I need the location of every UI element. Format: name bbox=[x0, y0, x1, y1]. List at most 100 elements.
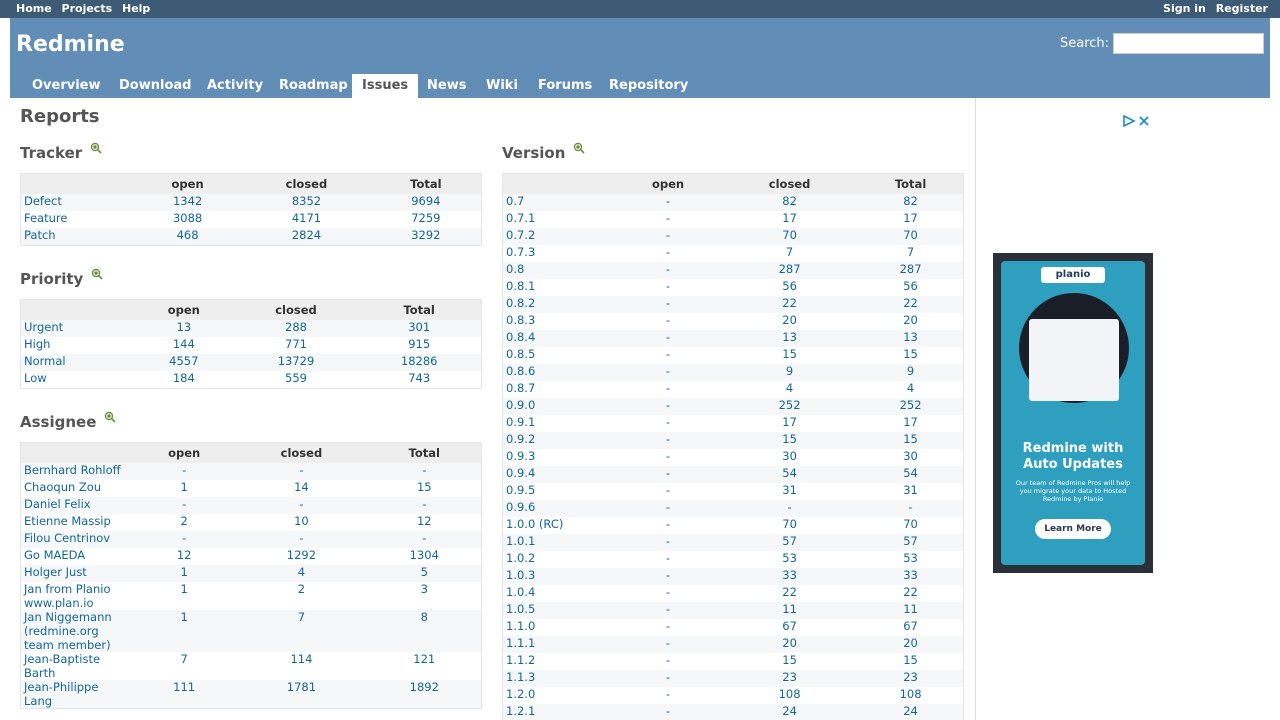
row-name-link[interactable]: 1.1.2 bbox=[502, 653, 615, 670]
cell-total[interactable]: 57 bbox=[858, 534, 964, 551]
cell-open[interactable]: 2 bbox=[133, 514, 236, 531]
sign-in-link[interactable]: Sign in bbox=[1163, 2, 1206, 15]
cell-closed[interactable]: 288 bbox=[234, 320, 358, 337]
project-title[interactable]: Redmine bbox=[16, 32, 125, 57]
cell-total[interactable]: 287 bbox=[858, 262, 964, 279]
row-name-link[interactable]: Holger Just bbox=[20, 565, 133, 582]
cell-open[interactable]: 1 bbox=[133, 582, 236, 610]
cell-closed[interactable]: 8352 bbox=[242, 194, 371, 211]
search-input[interactable] bbox=[1113, 33, 1264, 54]
cell-closed[interactable]: 10 bbox=[235, 514, 368, 531]
row-name-link[interactable]: 1.0.2 bbox=[502, 551, 615, 568]
cell-closed[interactable]: 4 bbox=[235, 565, 368, 582]
cell-total[interactable]: 82 bbox=[858, 194, 964, 211]
cell-closed[interactable]: 2824 bbox=[242, 228, 371, 246]
row-name-link[interactable]: 1.1.3 bbox=[502, 670, 615, 687]
row-name-link[interactable]: 0.8 bbox=[502, 262, 615, 279]
tab-download[interactable]: Download bbox=[109, 74, 201, 98]
home-link[interactable]: Home bbox=[16, 2, 52, 15]
cell-closed[interactable]: 14 bbox=[235, 480, 368, 497]
row-name-link[interactable]: Urgent bbox=[20, 320, 133, 337]
row-name-link[interactable]: 0.7 bbox=[502, 194, 615, 211]
learn-more-button[interactable]: Learn More bbox=[1035, 519, 1111, 539]
cell-total[interactable]: 20 bbox=[858, 636, 964, 653]
row-name-link[interactable]: Jean-Baptiste Barth bbox=[20, 652, 133, 680]
cell-total[interactable]: 56 bbox=[858, 279, 964, 296]
cell-total[interactable]: 915 bbox=[357, 337, 482, 354]
cell-total[interactable]: 17 bbox=[858, 211, 964, 228]
cell-total[interactable]: 18286 bbox=[357, 354, 482, 371]
row-name-link[interactable]: Normal bbox=[20, 354, 133, 371]
cell-closed[interactable]: 287 bbox=[721, 262, 859, 279]
cell-total[interactable]: 7 bbox=[858, 245, 964, 262]
row-name-link[interactable]: 0.9.1 bbox=[502, 415, 615, 432]
cell-total[interactable]: 70 bbox=[858, 517, 964, 534]
row-name-link[interactable]: 1.0.3 bbox=[502, 568, 615, 585]
row-name-link[interactable]: 0.9.0 bbox=[502, 398, 615, 415]
cell-open[interactable]: 3088 bbox=[133, 211, 243, 228]
cell-closed[interactable]: 17 bbox=[721, 211, 859, 228]
cell-closed[interactable]: 7 bbox=[235, 610, 368, 652]
cell-closed[interactable]: 771 bbox=[234, 337, 358, 354]
cell-closed[interactable]: 22 bbox=[721, 585, 859, 602]
cell-open[interactable]: 111 bbox=[133, 680, 236, 709]
cell-open[interactable]: 4557 bbox=[133, 354, 235, 371]
row-name-link[interactable]: 1.0.0 (RC) bbox=[502, 517, 615, 534]
cell-closed[interactable]: 20 bbox=[721, 636, 859, 653]
cell-open[interactable]: 1 bbox=[133, 610, 236, 652]
row-name-link[interactable]: 0.8.5 bbox=[502, 347, 615, 364]
row-name-link[interactable]: 0.7.2 bbox=[502, 228, 615, 245]
cell-total[interactable]: 252 bbox=[858, 398, 964, 415]
cell-closed[interactable]: 15 bbox=[721, 432, 859, 449]
cell-total[interactable]: 4 bbox=[858, 381, 964, 398]
row-name-link[interactable]: 1.0.5 bbox=[502, 602, 615, 619]
row-name-link[interactable]: 0.7.3 bbox=[502, 245, 615, 262]
cell-total[interactable]: 1304 bbox=[367, 548, 482, 565]
cell-total[interactable]: 15 bbox=[858, 432, 964, 449]
cell-closed[interactable]: 2 bbox=[235, 582, 368, 610]
tab-overview[interactable]: Overview bbox=[22, 74, 111, 98]
row-name-link[interactable]: 0.8.4 bbox=[502, 330, 615, 347]
row-name-link[interactable]: 0.7.1 bbox=[502, 211, 615, 228]
row-name-link[interactable]: Filou Centrinov bbox=[20, 531, 133, 548]
cell-total[interactable]: 13 bbox=[858, 330, 964, 347]
cell-closed[interactable]: 57 bbox=[721, 534, 859, 551]
cell-closed[interactable]: 30 bbox=[721, 449, 859, 466]
cell-total[interactable]: 15 bbox=[367, 480, 482, 497]
cell-total[interactable]: 7259 bbox=[370, 211, 482, 228]
cell-closed[interactable]: 559 bbox=[234, 371, 358, 389]
cell-closed[interactable]: 24 bbox=[721, 704, 859, 720]
register-link[interactable]: Register bbox=[1216, 2, 1268, 15]
row-name-link[interactable]: 1.2.0 bbox=[502, 687, 615, 704]
cell-closed[interactable]: 31 bbox=[721, 483, 859, 500]
cell-total[interactable]: 743 bbox=[357, 371, 482, 389]
cell-total[interactable]: 11 bbox=[858, 602, 964, 619]
cell-closed[interactable]: 1292 bbox=[235, 548, 368, 565]
cell-open[interactable]: 184 bbox=[133, 371, 235, 389]
cell-closed[interactable]: 252 bbox=[721, 398, 859, 415]
cell-total[interactable]: 8 bbox=[367, 610, 482, 652]
row-name-link[interactable]: Feature bbox=[20, 211, 133, 228]
row-name-link[interactable]: 1.2.1 bbox=[502, 704, 615, 720]
row-name-link[interactable]: 1.0.4 bbox=[502, 585, 615, 602]
cell-total[interactable]: 9694 bbox=[370, 194, 482, 211]
cell-total[interactable]: 121 bbox=[367, 652, 482, 680]
tab-forums[interactable]: Forums bbox=[528, 74, 602, 98]
ad-choices[interactable] bbox=[1122, 114, 1152, 131]
row-name-link[interactable]: 1.1.0 bbox=[502, 619, 615, 636]
cell-closed[interactable]: 23 bbox=[721, 670, 859, 687]
cell-closed[interactable]: 13 bbox=[721, 330, 859, 347]
cell-open[interactable]: 12 bbox=[133, 548, 236, 565]
cell-total[interactable]: 15 bbox=[858, 653, 964, 670]
tab-wiki[interactable]: Wiki bbox=[476, 74, 528, 98]
cell-closed[interactable]: 114 bbox=[235, 652, 368, 680]
cell-total[interactable]: 3 bbox=[367, 582, 482, 610]
cell-total[interactable]: 67 bbox=[858, 619, 964, 636]
cell-total[interactable]: 22 bbox=[858, 296, 964, 313]
cell-open[interactable]: 1 bbox=[133, 565, 236, 582]
row-name-link[interactable]: 0.9.4 bbox=[502, 466, 615, 483]
cell-total[interactable]: 9 bbox=[858, 364, 964, 381]
cell-total[interactable]: 108 bbox=[858, 687, 964, 704]
row-name-link[interactable]: Etienne Massip bbox=[20, 514, 133, 531]
cell-closed[interactable]: 4 bbox=[721, 381, 859, 398]
